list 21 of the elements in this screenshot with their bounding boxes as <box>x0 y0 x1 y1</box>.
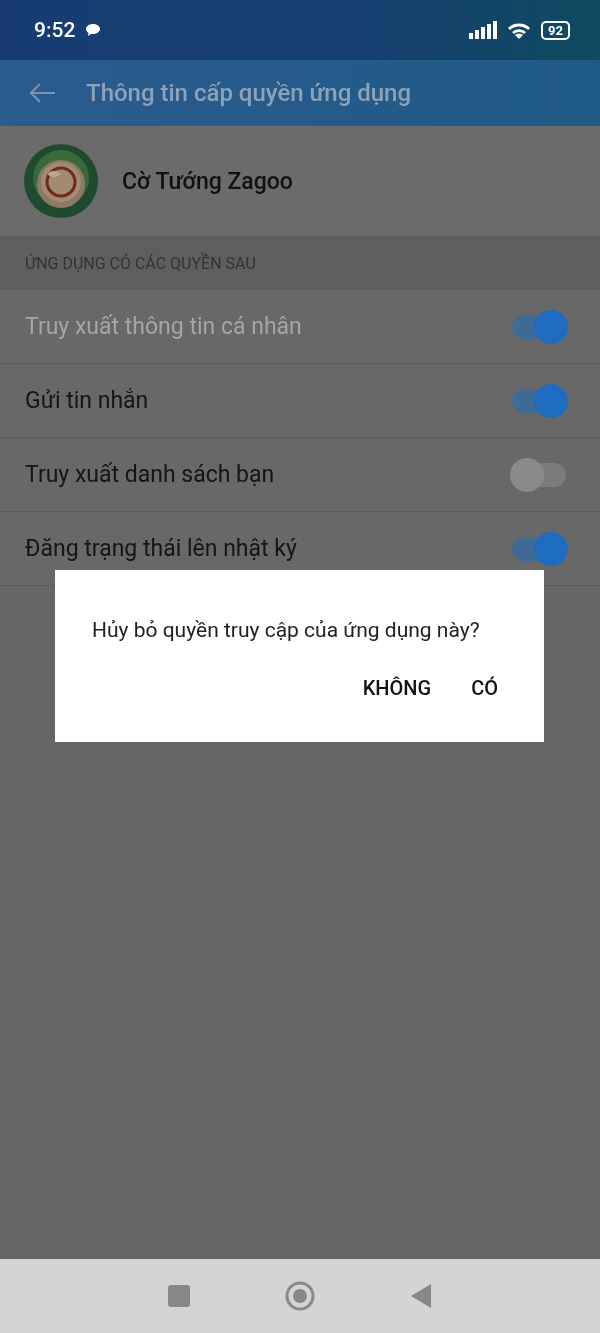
circle-icon[interactable] <box>284 1280 316 1312</box>
toggle-switch[interactable] <box>510 383 568 418</box>
back-triangle-icon[interactable] <box>409 1283 434 1309</box>
toggle-switch[interactable] <box>510 457 568 492</box>
screen-title: Thông tin cấp quyền ứng dụng <box>86 79 412 107</box>
dialog-message: Hủy bỏ quyền truy cập của ứng dụng này? <box>92 618 481 642</box>
back-arrow-icon[interactable] <box>28 82 56 104</box>
permission-label: Truy xuất thông tin cá nhân <box>25 313 302 340</box>
wifi-icon <box>507 21 532 39</box>
toggle-switch[interactable] <box>510 531 568 566</box>
square-icon[interactable] <box>166 1284 191 1308</box>
permission-label: Truy xuất danh sách bạn <box>25 461 275 488</box>
permission-label: Gửi tin nhắn <box>25 387 149 414</box>
permission-label: Đăng trạng thái lên nhật ký <box>25 535 297 562</box>
signal-icon <box>469 21 498 39</box>
chat-bubble-icon <box>85 23 102 37</box>
status-time: 9:52 <box>34 18 76 42</box>
battery-level: 92 <box>541 20 570 40</box>
app-name: Cờ Tướng Zagoo <box>122 167 293 195</box>
dialog-button[interactable]: KHÔNG <box>356 672 438 704</box>
dialog-button[interactable]: CÓ <box>465 672 504 704</box>
